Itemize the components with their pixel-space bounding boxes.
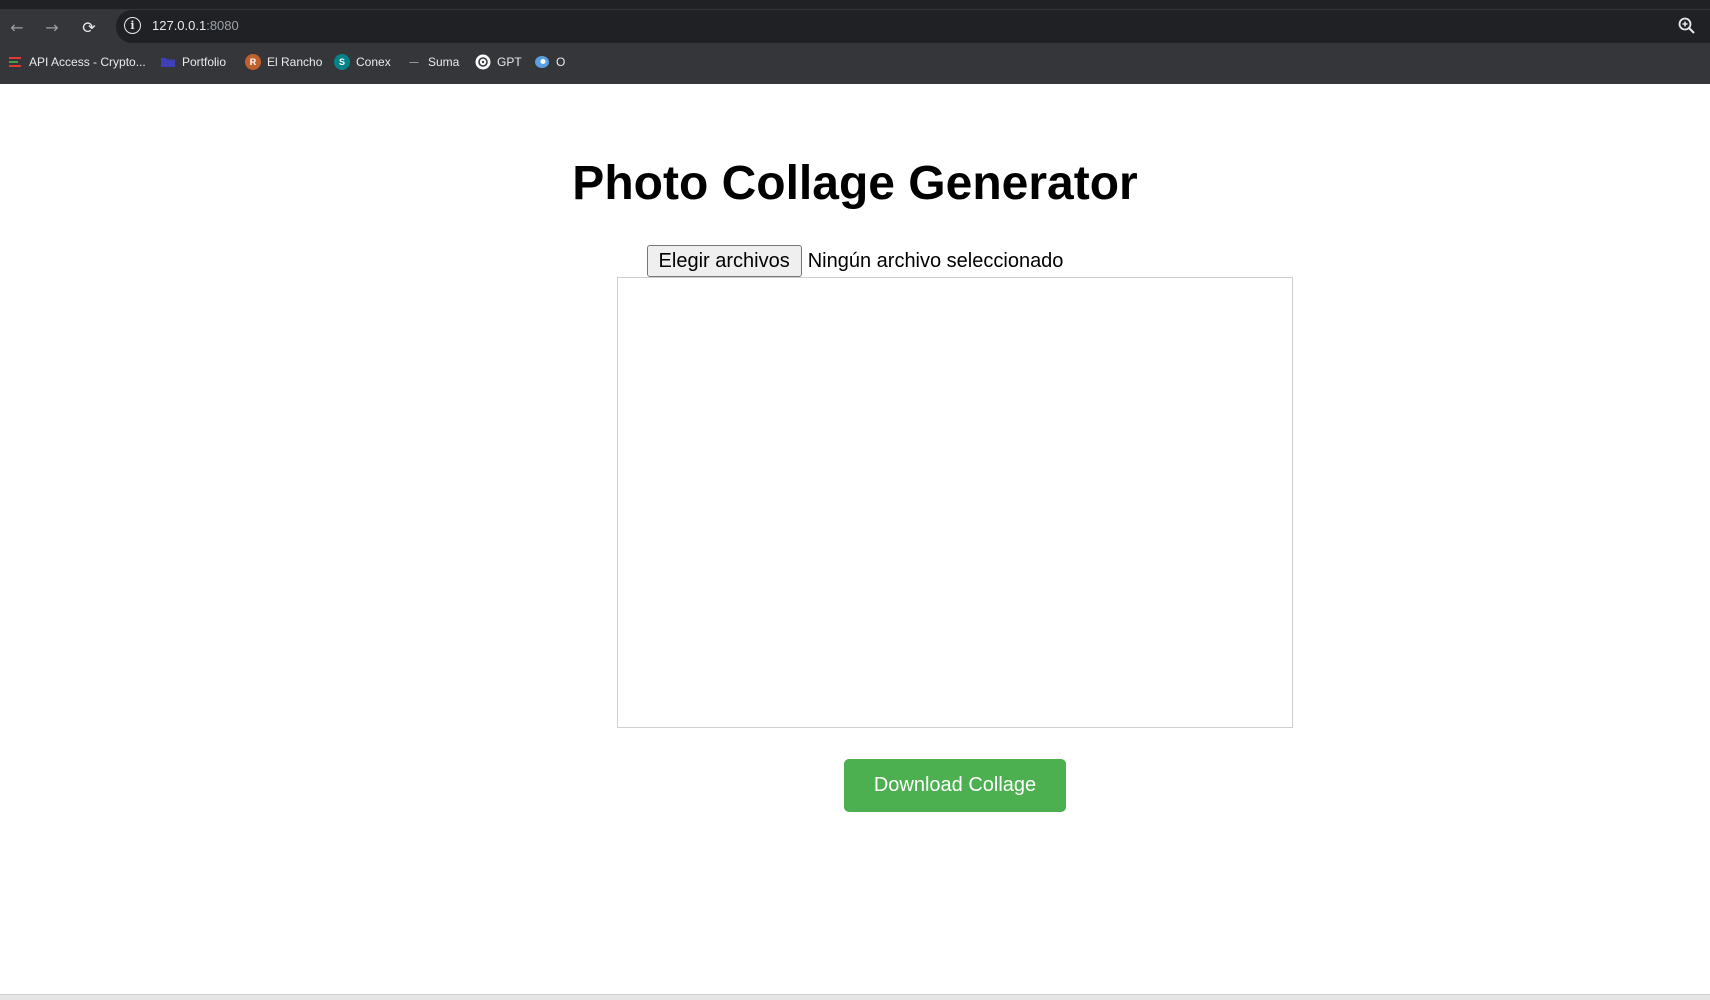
dash-icon: —	[409, 57, 419, 67]
url-host: 127.0.0.1	[152, 18, 207, 33]
bookmark-label: GPT	[497, 55, 522, 69]
sharepoint-icon: S	[334, 54, 350, 70]
back-button[interactable]: ←	[3, 13, 31, 41]
file-input[interactable]: Elegir archivos Ningún archivo seleccion…	[0, 245, 1710, 277]
bookmark-o[interactable]: O	[534, 54, 565, 70]
bookmark-suma[interactable]: — Suma	[406, 54, 460, 70]
reload-icon: ⟳	[82, 17, 96, 37]
bookmark-label: O	[556, 55, 566, 69]
forward-button[interactable]: →	[38, 13, 66, 41]
page-content: Photo Collage Generator Elegir archivos …	[0, 84, 1710, 994]
zoom-icon[interactable]	[1676, 15, 1698, 37]
choose-files-button[interactable]: Elegir archivos	[646, 245, 802, 277]
bookmark-label: El Rancho	[267, 55, 323, 69]
address-bar[interactable]: i 127.0.0.1:8080	[116, 10, 1710, 43]
bookmark-el-rancho[interactable]: R El Rancho	[245, 54, 322, 70]
bookmark-label: API Access - Crypto...	[29, 55, 146, 69]
file-status: Ningún archivo seleccionado	[807, 249, 1064, 272]
chat-bubble-icon	[535, 56, 549, 68]
bookmarks-bar: API Access - Crypto... Portfolio R El Ra…	[0, 46, 1710, 78]
window-bottom-edge	[0, 994, 1710, 1000]
url-text[interactable]: 127.0.0.1:8080	[152, 18, 239, 33]
reload-button[interactable]: ⟳	[75, 13, 103, 41]
tab-strip	[0, 0, 1710, 9]
bookmark-api-access[interactable]: API Access - Crypto...	[7, 54, 146, 70]
download-collage-button[interactable]: Download Collage	[844, 759, 1066, 812]
forward-arrow-icon: →	[45, 17, 59, 37]
bookmark-conex[interactable]: S Conex	[334, 54, 391, 70]
bar-lines-icon	[9, 57, 21, 67]
page-title: Photo Collage Generator	[572, 157, 1138, 210]
collage-canvas	[617, 277, 1293, 728]
browser-chrome: ← → ⟳ i 127.0.0.1:8080 API Access - Cryp…	[0, 0, 1710, 84]
bookmark-portfolio[interactable]: Portfolio	[160, 54, 226, 70]
browser-toolbar: ← → ⟳ i 127.0.0.1:8080	[0, 9, 1710, 44]
bookmark-label: Conex	[356, 55, 391, 69]
bookmark-label: Suma	[428, 55, 460, 69]
bookmark-gpt[interactable]: GPT	[475, 54, 522, 70]
r-circle-icon: R	[245, 54, 261, 70]
folder-icon	[161, 58, 175, 67]
openai-icon	[475, 54, 491, 70]
bookmark-label: Portfolio	[182, 55, 227, 69]
site-info-icon[interactable]: i	[124, 17, 141, 34]
back-arrow-icon: ←	[10, 17, 24, 37]
url-port: :8080	[206, 18, 239, 33]
